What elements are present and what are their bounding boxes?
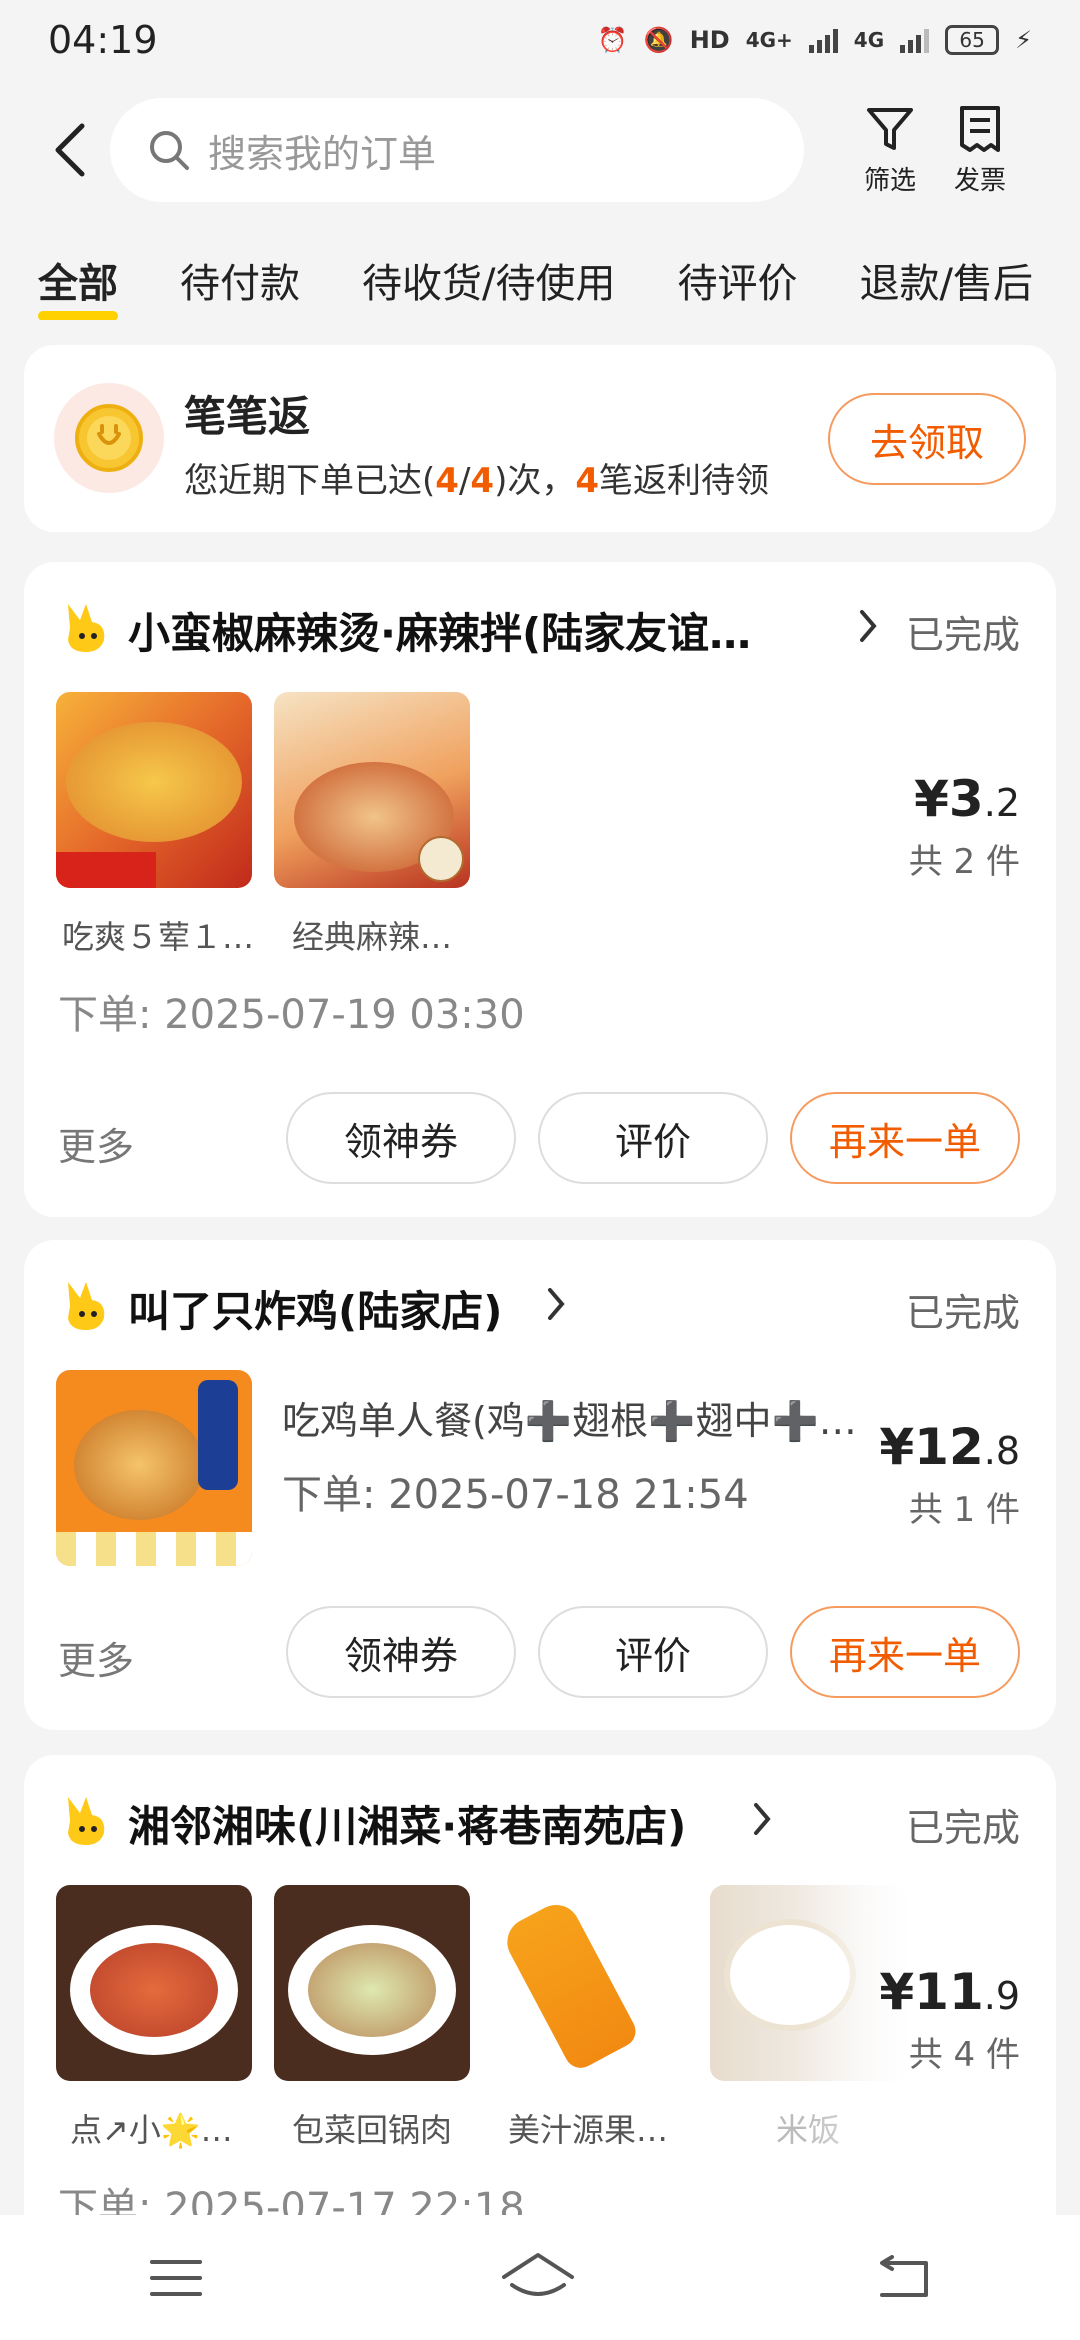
battery-icon: 65 — [945, 25, 1000, 55]
header: 搜索我的订单 筛选 发票 — [0, 95, 1080, 205]
filter-label: 筛选 — [864, 165, 917, 196]
order-status: 已完成 — [905, 613, 1020, 657]
battery-level: 65 — [959, 28, 985, 52]
order-time: 下单: 2025-07-19 03:30 — [58, 992, 525, 1038]
rebate-desc-suffix: 笔返利待领 — [599, 461, 770, 501]
system-navbar — [0, 2215, 1080, 2340]
order-card-2[interactable]: 叫了只炸鸡(陆家店) 已完成 吃鸡单人餐(鸡➕翅根➕翅中➕… 下单: 2025-… — [24, 1240, 1056, 1730]
order-status: 已完成 — [905, 1806, 1020, 1850]
tab-pending-review[interactable]: 待评价 — [677, 251, 797, 309]
network-4g-label: 4G — [853, 28, 885, 52]
charging-icon: ⚡ — [1015, 26, 1032, 54]
product-label: 点↗小🌟… — [70, 2111, 233, 2149]
item-count: 共 1 件 — [908, 1490, 1020, 1530]
get-coupon-button[interactable]: 领神券 — [286, 1092, 516, 1184]
chevron-right-icon — [860, 610, 877, 642]
review-button[interactable]: 评价 — [538, 1606, 768, 1698]
signal-icon-2 — [900, 27, 930, 53]
product-image[interactable] — [274, 1885, 470, 2081]
product-image[interactable] — [274, 692, 470, 888]
search-icon — [150, 131, 189, 170]
item-count: 共 4 件 — [908, 2035, 1020, 2075]
order-price: ¥12.8 共 1 件 — [879, 1418, 1020, 1531]
price-decimal: .2 — [983, 781, 1020, 825]
tab-all[interactable]: 全部 — [38, 251, 118, 320]
alarm-icon: ⏰ — [597, 26, 628, 54]
back-icon[interactable] — [30, 100, 110, 200]
get-coupon-button[interactable]: 领神券 — [286, 1606, 516, 1698]
search-input[interactable]: 搜索我的订单 — [110, 98, 804, 202]
status-bar: 04:19 ⏰ 🔕 HD 4G+ 4G 65 ⚡ — [0, 0, 1080, 80]
reorder-button[interactable]: 再来一单 — [790, 1092, 1020, 1184]
reorder-button[interactable]: 再来一单 — [790, 1606, 1020, 1698]
product-label: 美汁源果… — [508, 2111, 669, 2149]
hd-icon: HD — [689, 26, 730, 54]
mute-icon: 🔕 — [643, 26, 674, 54]
order-time: 下单: 2025-07-18 21:54 — [282, 1472, 749, 1518]
product-image[interactable] — [56, 1885, 252, 2081]
tab-pending-payment[interactable]: 待付款 — [180, 251, 300, 309]
signal-icon — [808, 27, 838, 53]
price-decimal: .9 — [983, 1974, 1020, 2018]
order-tabs: 全部 待付款 待收货/待使用 待评价 退款/售后 — [0, 240, 1080, 320]
order-price: ¥3.2 共 2 件 — [909, 770, 1020, 883]
price-integer: ¥11 — [879, 1963, 984, 2021]
shop-mascot-icon — [68, 604, 105, 652]
rebate-count-total: 4 — [470, 461, 495, 501]
rebate-count-done: 4 — [435, 461, 459, 501]
claim-rebate-button[interactable]: 去领取 — [828, 393, 1026, 485]
invoice-button[interactable]: 发票 — [954, 104, 1006, 197]
rebate-desc-prefix: 您近期下单已达( — [184, 461, 436, 501]
invoice-label: 发票 — [954, 165, 1007, 196]
chevron-right-icon — [548, 1288, 565, 1320]
product-label: 包菜回锅肉 — [292, 2111, 453, 2149]
invoice-icon — [960, 105, 1001, 152]
back-nav-icon[interactable] — [872, 2254, 932, 2301]
order-time: 下单: 2025-07-17 22:18 — [58, 2185, 525, 2215]
filter-button[interactable]: 筛选 — [864, 104, 916, 197]
more-button[interactable]: 更多 — [58, 1630, 134, 1685]
menu-icon[interactable] — [148, 2256, 204, 2300]
filter-icon — [867, 107, 913, 150]
order-card-3[interactable]: 湘邻湘味(川湘菜·蒋巷南苑店) 已完成 点↗小🌟… 包菜回锅肉 美汁源果… 米饭… — [24, 1755, 1056, 2215]
product-label: 吃爽５荤１… — [62, 918, 255, 956]
rebate-desc: 您近期下单已达(4/4)次，4笔返利待领 — [184, 453, 769, 502]
shop-mascot-icon — [68, 1797, 105, 1845]
rebate-title: 笔笔返 — [184, 392, 311, 441]
review-button[interactable]: 评价 — [538, 1092, 768, 1184]
product-image[interactable] — [56, 1370, 252, 1566]
order-price: ¥11.9 共 4 件 — [879, 1963, 1020, 2076]
shop-mascot-icon — [68, 1282, 105, 1330]
tab-pending-receipt[interactable]: 待收货/待使用 — [362, 251, 615, 309]
coin-icon — [54, 383, 164, 493]
rebate-sep: / — [458, 461, 471, 501]
more-button[interactable]: 更多 — [58, 1116, 134, 1171]
shop-name[interactable]: 小蛮椒麻辣烫·麻辣拌(陆家友谊… — [128, 600, 751, 661]
product-label: 经典麻辣… — [292, 918, 453, 956]
chevron-right-icon — [754, 1803, 771, 1835]
product-name: 吃鸡单人餐(鸡➕翅根➕翅中➕… — [282, 1399, 857, 1443]
status-time: 04:19 — [48, 18, 158, 62]
home-icon[interactable] — [500, 2251, 576, 2305]
order-status: 已完成 — [905, 1291, 1020, 1335]
status-icons: ⏰ 🔕 HD 4G+ 4G 65 ⚡ — [598, 25, 1032, 55]
price-integer: ¥3 — [914, 770, 984, 828]
product-image[interactable] — [492, 1885, 688, 2081]
order-card-1[interactable]: 小蛮椒麻辣烫·麻辣拌(陆家友谊… 已完成 吃爽５荤１… 经典麻辣… ¥3.2 共… — [24, 562, 1056, 1217]
shop-name[interactable]: 湘邻湘味(川湘菜·蒋巷南苑店) — [128, 1793, 686, 1854]
rebate-pending-count: 4 — [575, 461, 600, 501]
item-count: 共 2 件 — [908, 842, 1020, 882]
rebate-card: 笔笔返 您近期下单已达(4/4)次，4笔返利待领 去领取 — [24, 345, 1056, 532]
product-image[interactable] — [56, 692, 252, 888]
rebate-desc-mid: )次， — [494, 461, 576, 501]
search-placeholder: 搜索我的订单 — [208, 131, 437, 176]
price-integer: ¥12 — [879, 1418, 984, 1476]
price-decimal: .8 — [983, 1429, 1020, 1473]
shop-name[interactable]: 叫了只炸鸡(陆家店) — [128, 1278, 502, 1339]
tab-refund[interactable]: 退款/售后 — [859, 251, 1032, 309]
network-4g-plus-label: 4G+ — [745, 28, 793, 52]
